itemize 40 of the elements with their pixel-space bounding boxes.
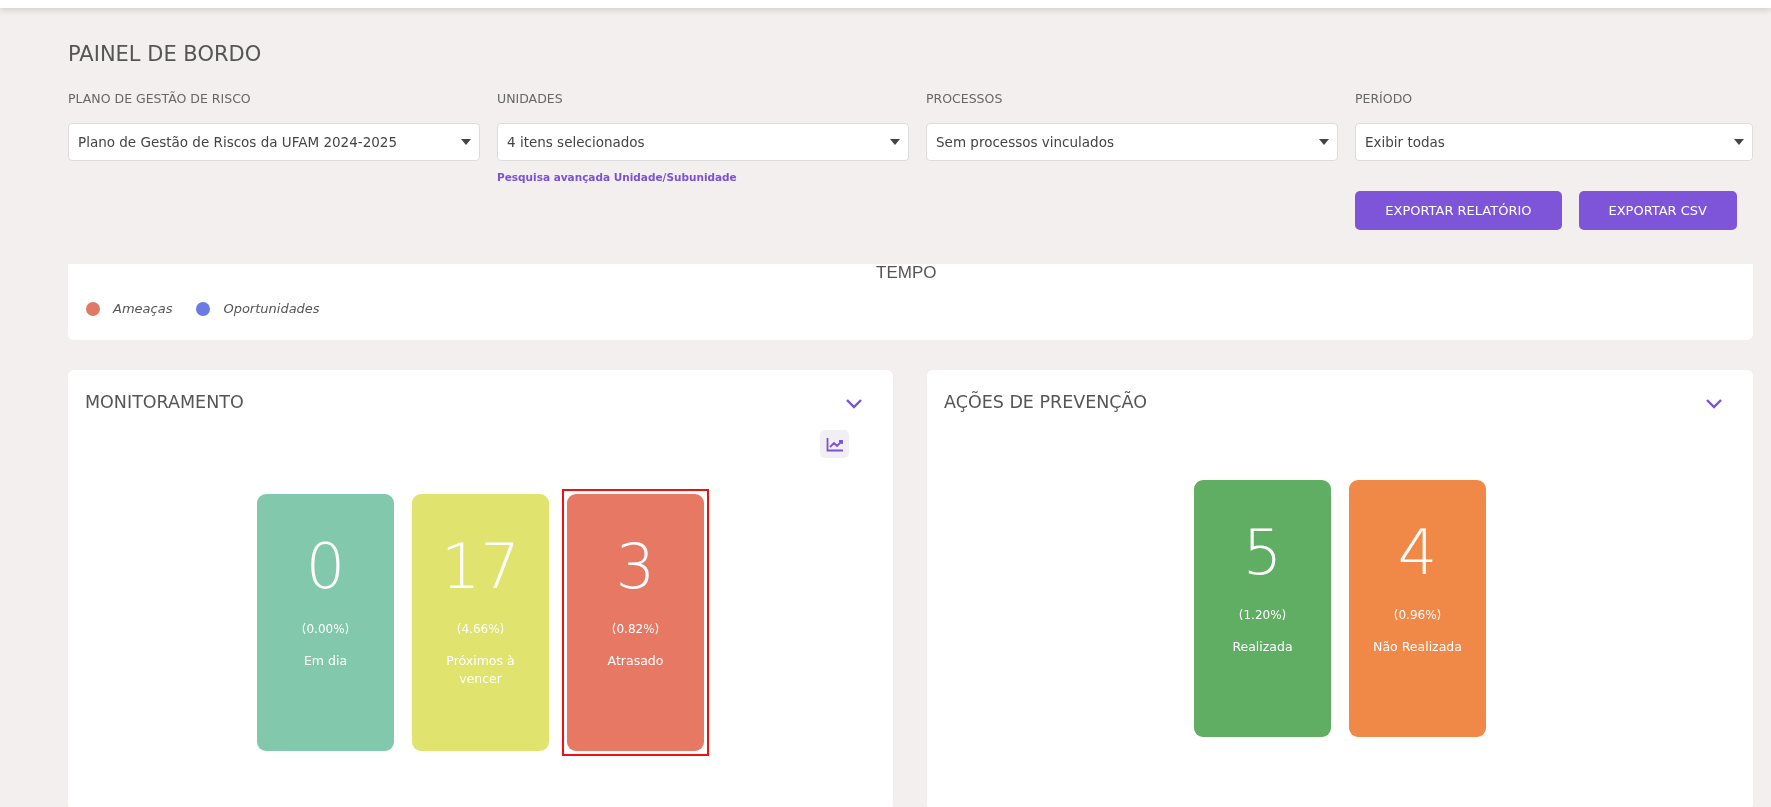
stat-label: Em dia [303, 652, 348, 670]
caret-icon [890, 139, 900, 145]
stat-value: 5 [1242, 522, 1283, 584]
stat-value: 3 [615, 536, 656, 598]
caret-icon [1319, 139, 1329, 145]
stat-percent: (0.00%) [301, 622, 350, 636]
caret-icon [1734, 139, 1744, 145]
stat-value: 17 [441, 536, 520, 598]
caret-icon [461, 139, 471, 145]
advanced-search-link[interactable]: Pesquisa avançada Unidade/Subunidade [497, 171, 737, 183]
legend-label: Oportunidades [223, 301, 320, 316]
stat-label: Realizada [1232, 638, 1293, 656]
stat-percent: (0.96%) [1393, 608, 1442, 622]
panel-title: AÇÕES DE PREVENÇÃO [944, 392, 1148, 412]
chevron-down-icon[interactable] [845, 398, 863, 409]
filter-label: PLANO DE GESTÃO DE RISCO [68, 91, 251, 106]
stat-percent: (1.20%) [1238, 608, 1287, 622]
stat-label: Atrasado [607, 652, 664, 670]
dropdown-field[interactable]: Plano de Gestão de Riscos da UFAM 2024-2025 [68, 123, 480, 161]
panel-title: MONITORAMENTO [85, 392, 244, 412]
legend-label: Ameaças [113, 301, 173, 316]
axis-title: TEMPO [876, 264, 937, 281]
stat-percent: (4.66%) [456, 622, 505, 636]
stat-label: Não Realizada [1373, 638, 1462, 656]
filter-label: PROCESSOS [926, 91, 1003, 106]
dropdown-field[interactable]: Sem processos vinculados [926, 123, 1338, 161]
export-button[interactable]: EXPORTAR RELATÓRIO [1355, 191, 1562, 230]
dropdown-field[interactable]: Exibir todas [1355, 123, 1753, 161]
stat-value: 4 [1397, 522, 1438, 584]
line-chart-icon [825, 436, 844, 452]
page-title: PAINEL DE BORDO [68, 42, 263, 66]
stat-value: 0 [305, 536, 346, 598]
filter-label: PERÍODO [1355, 91, 1413, 106]
chevron-down-icon[interactable] [1705, 398, 1723, 409]
filter-label: UNIDADES [497, 91, 563, 106]
dropdown-field[interactable]: 4 itens selecionados [497, 123, 909, 161]
stat-percent: (0.82%) [611, 622, 660, 636]
stat-label: Próximos à vencer [445, 652, 516, 687]
export-button[interactable]: EXPORTAR CSV [1578, 191, 1737, 230]
chart-toggle-button[interactable] [820, 430, 849, 458]
